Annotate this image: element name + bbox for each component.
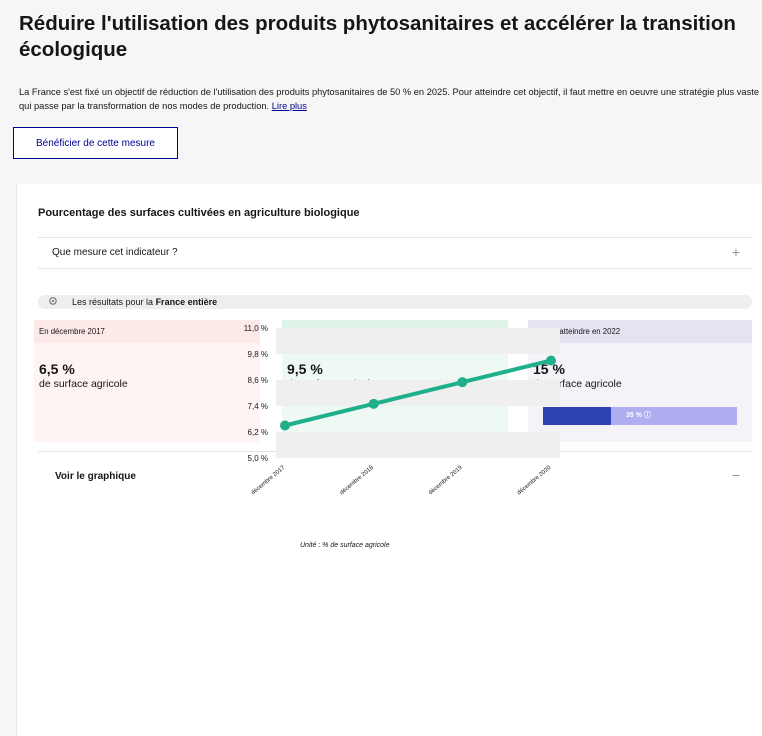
x-tick-label: décembre 2019 bbox=[428, 465, 464, 497]
page: Réduire l'utilisation des produits phyto… bbox=[0, 0, 762, 736]
stat-unit: de surface agricole bbox=[39, 378, 128, 390]
indicator-line-chart: 5,0 % 6,2 % 7,4 % 8,6 % 9,8 % 11,0 % décembre … bbox=[244, 324, 560, 497]
y-tick-label: 5,0 % bbox=[248, 454, 268, 463]
target-progress-bar: 35 % ⓘ bbox=[543, 407, 737, 425]
x-tick-label: décembre 2020 bbox=[516, 465, 552, 497]
progress-percent: 35 % bbox=[626, 412, 642, 419]
info-icon[interactable]: ⓘ bbox=[644, 412, 651, 419]
location-prefix: Les résultats pour la bbox=[72, 297, 154, 307]
grid-band bbox=[276, 432, 560, 458]
data-point bbox=[368, 398, 379, 409]
y-tick-label: 9,8 % bbox=[248, 350, 268, 359]
benefit-button[interactable]: Bénéficier de cette mesure bbox=[13, 127, 178, 159]
location-bar: Les résultats pour la France entière bbox=[38, 295, 752, 309]
x-tick-label: décembre 2017 bbox=[250, 465, 286, 497]
indicator-accordion[interactable]: Que mesure cet indicateur ? + bbox=[38, 237, 752, 269]
intro-text: La France s'est fixé un objectif de rédu… bbox=[19, 85, 761, 113]
data-point bbox=[457, 377, 468, 388]
y-tick-label: 7,4 % bbox=[248, 402, 268, 411]
x-tick-label: décembre 2018 bbox=[339, 465, 375, 497]
location-name: France entière bbox=[155, 297, 218, 307]
accordion-label: Que mesure cet indicateur ? bbox=[52, 247, 178, 258]
intro-body: La France s'est fixé un objectif de rédu… bbox=[19, 87, 759, 111]
y-tick-label: 8,6 % bbox=[248, 376, 268, 385]
page-title: Réduire l'utilisation des produits phyto… bbox=[19, 12, 736, 61]
map-pin-icon bbox=[49, 297, 57, 305]
plus-icon[interactable]: + bbox=[732, 245, 740, 259]
y-tick-label: 11,0 % bbox=[244, 324, 268, 333]
data-point bbox=[546, 355, 556, 366]
read-more-link[interactable]: Lire plus bbox=[272, 101, 307, 111]
minus-icon[interactable]: − bbox=[732, 468, 740, 482]
y-tick-label: 6,2 % bbox=[248, 428, 268, 437]
hero-section: Réduire l'utilisation des produits phyto… bbox=[0, 0, 762, 184]
unit-caption: Unité : % de surface agricole bbox=[300, 542, 390, 549]
indicator-title: Pourcentage des surfaces cultivées en ag… bbox=[38, 207, 360, 219]
stat-value: 6,5 % bbox=[39, 361, 75, 377]
progress-label[interactable]: 35 % ⓘ bbox=[626, 407, 651, 425]
grid-band bbox=[276, 328, 560, 354]
location-text: Les résultats pour la France entière bbox=[72, 295, 217, 309]
graph-toggle-label: Voir le graphique bbox=[55, 471, 136, 482]
data-point bbox=[280, 420, 290, 431]
